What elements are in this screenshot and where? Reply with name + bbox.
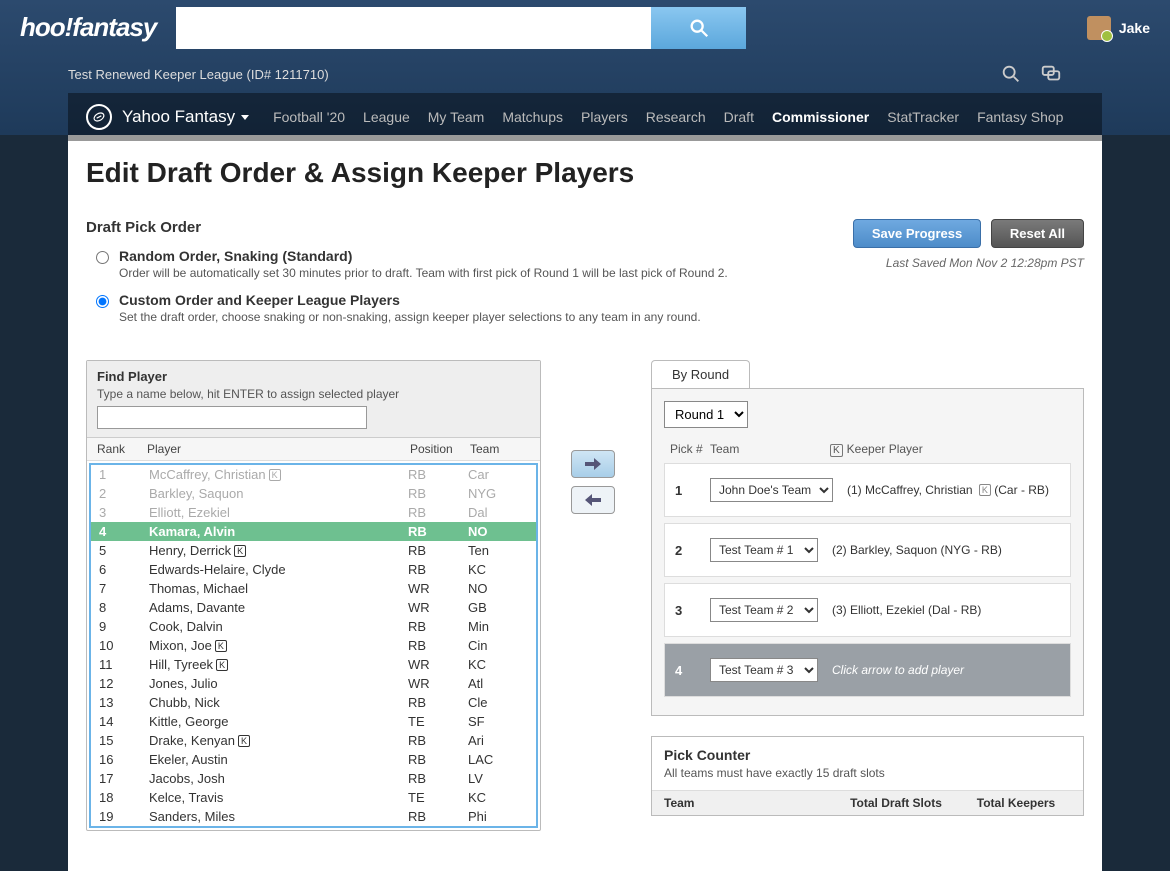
col-team: Team [470,442,530,456]
football-icon [86,104,112,130]
player-row[interactable]: 7Thomas, MichaelWRNO [91,579,536,598]
col-rank: Rank [97,442,147,456]
search-icon-small[interactable] [1000,63,1022,85]
assign-right-button[interactable] [571,450,615,478]
pc-col-slots: Total Draft Slots [831,796,961,810]
player-row[interactable]: 16Ekeler, AustinRBLAC [91,750,536,769]
search-icon [688,17,710,39]
find-player-title: Find Player [97,369,167,384]
page-title: Edit Draft Order & Assign Keeper Players [86,157,1084,189]
player-row[interactable]: 6Edwards-Helaire, ClydeRBKC [91,560,536,579]
pc-col-keepers: Total Keepers [961,796,1071,810]
team-select[interactable]: Test Team # 1 [710,538,818,562]
unassign-left-button[interactable] [571,486,615,514]
draft-order-heading: Draft Pick Order [86,219,728,236]
col-pick: Pick # [670,442,710,457]
yahoo-fantasy-menu[interactable]: Yahoo Fantasy [86,104,249,130]
radio-custom-order[interactable]: Custom Order and Keeper League Players S… [96,292,728,324]
pick-row[interactable]: 3Test Team # 2(3) Elliott, Ezekiel (Dal … [664,583,1071,637]
pick-counter-title: Pick Counter [664,747,750,763]
search-button[interactable] [651,7,746,49]
chevron-down-icon [235,107,249,127]
nav-stattracker[interactable]: StatTracker [887,109,959,125]
col-player: Player [147,442,410,456]
avatar [1087,16,1111,40]
nav-matchups[interactable]: Matchups [502,109,563,125]
nav-research[interactable]: Research [646,109,706,125]
nav-my-team[interactable]: My Team [428,109,485,125]
arrow-right-icon [585,457,601,471]
player-row[interactable]: 9Cook, DalvinRBMin [91,617,536,636]
nav-bar: Yahoo Fantasy Football '20 League My Team M… [68,93,1102,141]
radio-random-order[interactable]: Random Order, Snaking (Standard) Order w… [96,248,728,280]
player-row[interactable]: 18Kelce, TravisTEKC [91,788,536,807]
player-row[interactable]: 15Drake, KenyanKRBAri [91,731,536,750]
arrow-left-icon [585,493,601,507]
username: Jake [1119,20,1150,36]
nav-players[interactable]: Players [581,109,628,125]
round-select[interactable]: Round 1 [664,401,748,428]
player-row[interactable]: 1McCaffrey, ChristianKRBCar [91,465,536,484]
find-player-input[interactable] [97,406,367,429]
radio-random-input[interactable] [96,251,109,264]
radio-custom-input[interactable] [96,295,109,308]
player-row[interactable]: 11Hill, TyreekKWRKC [91,655,536,674]
nav-commissioner[interactable]: Commissioner [772,109,869,125]
nav-football-20[interactable]: Football '20 [273,109,345,125]
player-row[interactable]: 17Jacobs, JoshRBLV [91,769,536,788]
player-row[interactable]: 19Sanders, MilesRBPhi [91,807,536,826]
find-player-panel: Find Player Type a name below, hit ENTER… [86,360,541,831]
search-input[interactable] [176,7,651,49]
player-row[interactable]: 3Elliott, EzekielRBDal [91,503,536,522]
nav-draft[interactable]: Draft [724,109,754,125]
player-row[interactable]: 10Mixon, JoeKRBCin [91,636,536,655]
pc-col-team: Team [664,796,831,810]
pick-row[interactable]: 2Test Team # 1(2) Barkley, Saquon (NYG -… [664,523,1071,577]
team-select[interactable]: John Doe's Team [710,478,833,502]
player-row[interactable]: 14Kittle, GeorgeTESF [91,712,536,731]
last-saved-text: Last Saved Mon Nov 2 12:28pm PST [847,256,1084,270]
chat-icon[interactable] [1040,63,1062,85]
nav-league[interactable]: League [363,109,410,125]
reset-all-button[interactable]: Reset All [991,219,1084,248]
pick-row[interactable]: 4Test Team # 3Click arrow to add player [664,643,1071,697]
find-player-hint: Type a name below, hit ENTER to assign s… [97,387,530,401]
player-row[interactable]: 12Jones, JulioWRAtl [91,674,536,693]
league-label: Test Renewed Keeper League (ID# 1211710) [68,67,329,82]
col-keeper: KKeeper Player [830,442,1065,457]
tab-by-round[interactable]: By Round [651,360,750,388]
team-select[interactable]: Test Team # 3 [710,658,818,682]
save-progress-button[interactable]: Save Progress [853,219,981,248]
player-row[interactable]: 2Barkley, SaquonRBNYG [91,484,536,503]
team-select[interactable]: Test Team # 2 [710,598,818,622]
player-row[interactable]: 4Kamara, AlvinRBNO [91,522,536,541]
col-team-r: Team [710,442,830,457]
nav-fantasy-shop[interactable]: Fantasy Shop [977,109,1063,125]
site-logo[interactable]: hoo!fantasy [20,12,156,43]
player-row[interactable]: 5Henry, DerrickKRBTen [91,541,536,560]
pick-row[interactable]: 1John Doe's Team(1) McCaffrey, Christian… [664,463,1071,517]
player-row[interactable]: 13Chubb, NickRBCle [91,693,536,712]
player-row[interactable]: 8Adams, DavanteWRGB [91,598,536,617]
user-menu[interactable]: Jake [1087,16,1150,40]
col-position: Position [410,442,470,456]
pick-counter-panel: Pick Counter All teams must have exactly… [651,736,1084,816]
